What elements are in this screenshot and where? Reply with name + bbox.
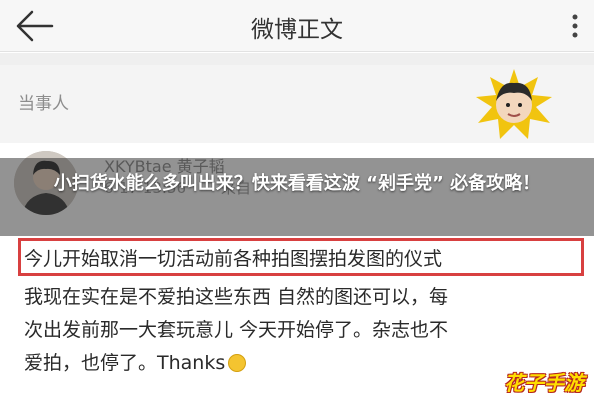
post-text-line: 爱拍，也停了。Thanks bbox=[24, 348, 247, 375]
navbar: 微博正文 bbox=[0, 0, 594, 52]
headline-text: 小扫货水能么多叫出来？快来看看这波 “剁手党” 必备攻略！ bbox=[53, 173, 541, 194]
post-text-line: 次出发前那一大套玩意儿 今天开始停了。杂志也不 bbox=[24, 319, 449, 341]
section-divider bbox=[0, 53, 594, 65]
party-label: 当事人 bbox=[18, 94, 69, 114]
smile-emoji-icon bbox=[228, 354, 247, 372]
post-text-line-content: 爱拍，也停了。Thanks bbox=[24, 352, 226, 374]
page-title: 微博正文 bbox=[251, 17, 343, 43]
post-text-line: 我现在实在是不爱拍这些东西 自然的图还可以，每 bbox=[24, 286, 449, 308]
party-section[interactable]: 当事人 bbox=[0, 65, 594, 143]
cartoon-avatar bbox=[470, 67, 558, 141]
more-vertical-icon[interactable] bbox=[568, 12, 582, 40]
watermark-logo: 花子手游 bbox=[504, 371, 584, 395]
headline-overlay: 小扫货水能么多叫出来？快来看看这波 “剁手党” 必备攻略！ bbox=[0, 158, 594, 236]
post-text-line: 今儿开始取消一切活动前各种拍图摆拍发图的仪式 bbox=[24, 248, 443, 270]
